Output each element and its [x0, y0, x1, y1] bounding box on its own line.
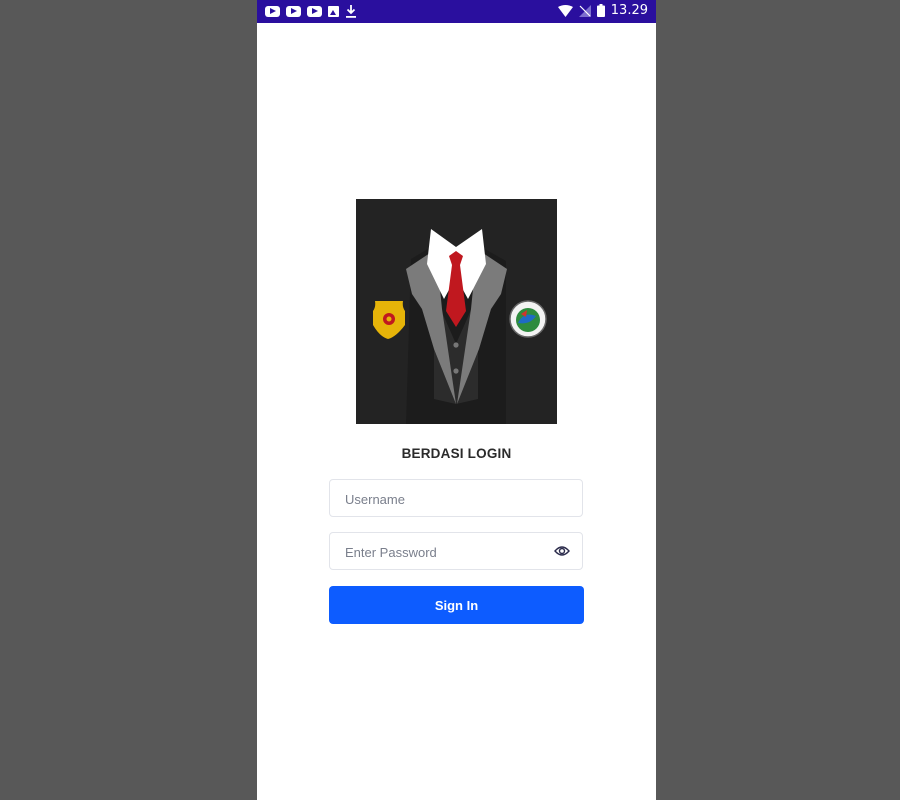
battery-icon: [596, 4, 605, 17]
wifi-icon: [557, 4, 573, 17]
youtube-icon: [265, 5, 280, 17]
username-field[interactable]: [329, 479, 583, 518]
phone-screen: 13.29 BERDASI LOGIN Username Sign In: [257, 0, 656, 800]
password-input[interactable]: [343, 533, 547, 571]
image-icon: [328, 5, 339, 17]
system-icons: 13.29: [557, 3, 648, 18]
sign-in-button[interactable]: Sign In: [329, 586, 584, 624]
username-input[interactable]: [343, 480, 547, 518]
login-title: BERDASI LOGIN: [401, 446, 512, 461]
youtube-icon: [307, 5, 322, 17]
notification-icons: [265, 4, 357, 18]
app-logo: [356, 199, 557, 424]
youtube-icon: [286, 5, 301, 17]
clock: 13.29: [610, 3, 648, 18]
eye-icon[interactable]: [554, 544, 570, 558]
status-bar: 13.29: [257, 0, 656, 23]
password-field[interactable]: [329, 532, 583, 571]
download-icon: [345, 4, 357, 18]
signal-icon: [578, 4, 591, 17]
